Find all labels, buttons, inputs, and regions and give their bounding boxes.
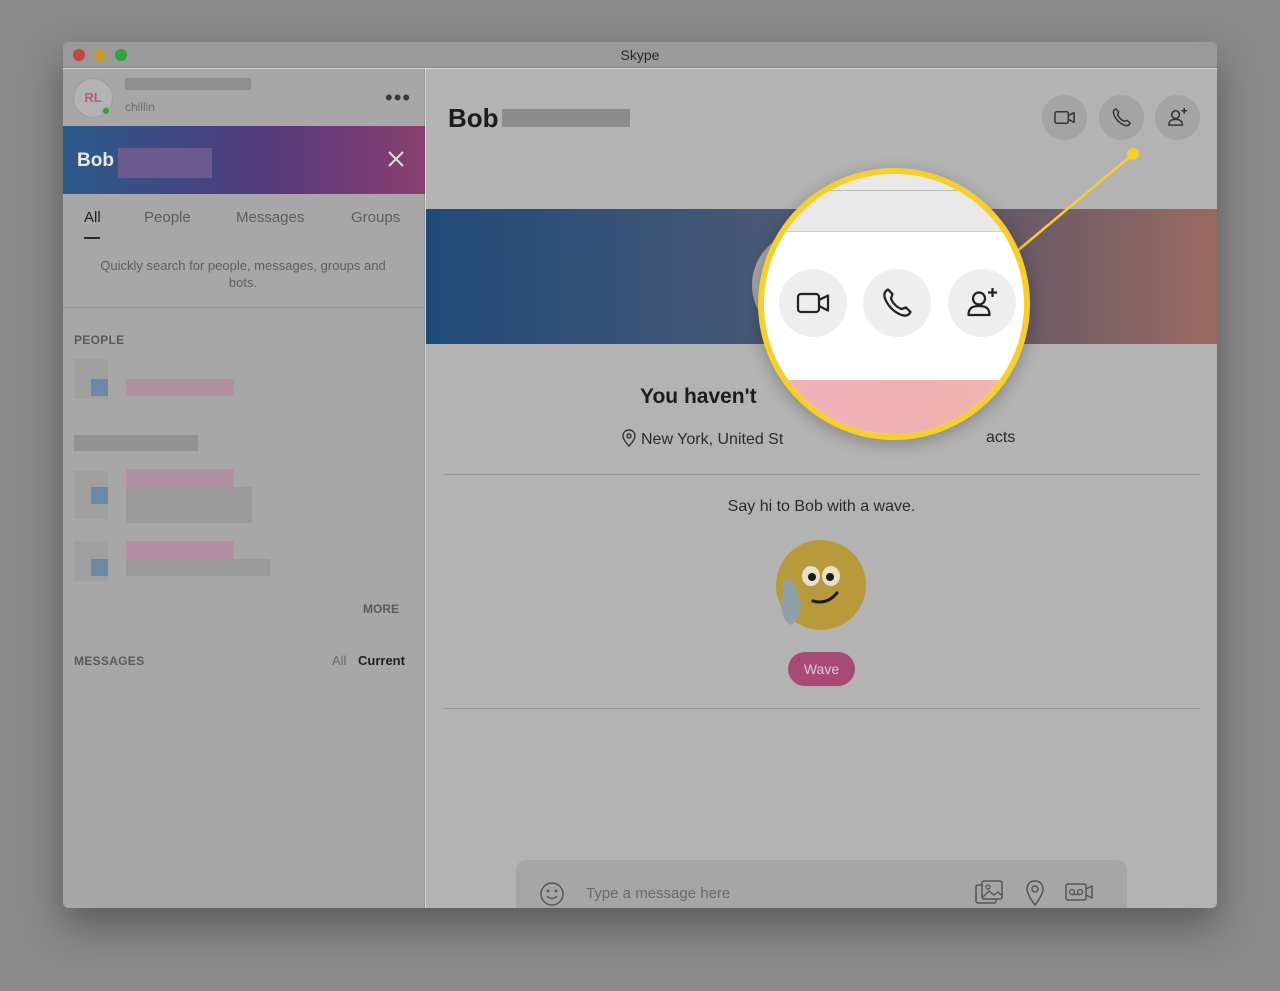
chat-title: Bob (448, 103, 499, 133)
people-section-header: PEOPLE (74, 333, 125, 347)
profile-header[interactable]: RL chillin ••• (63, 69, 425, 126)
message-input[interactable] (586, 882, 946, 904)
video-call-button[interactable] (1042, 95, 1087, 140)
audio-call-icon (1112, 108, 1131, 127)
messages-filter-current[interactable]: Current (358, 653, 405, 668)
say-hi-text: Say hi to Bob with a wave. (727, 498, 916, 515)
search-query[interactable]: Bob (77, 150, 114, 172)
messages-filter-all[interactable]: All (332, 653, 346, 668)
magnified-header (764, 174, 1024, 232)
add-person-icon (967, 288, 997, 317)
magnified-banner (764, 380, 1024, 434)
empty-chat-heading: You haven't (640, 385, 757, 408)
video-call-icon (796, 292, 830, 314)
audio-call-icon (883, 288, 912, 317)
video-call-button[interactable] (779, 269, 847, 337)
messages-section-header: MESSAGES (74, 654, 145, 668)
skype-window: Skype RL chillin ••• Bob All People Mess… (63, 42, 1217, 908)
redacted-name (125, 78, 251, 90)
add-people-button[interactable] (1155, 95, 1200, 140)
message-composer (516, 860, 1127, 908)
video-call-icon (1054, 110, 1075, 125)
more-options-icon[interactable]: ••• (385, 85, 411, 111)
search-hint: Quickly search for people, messages, gro… (100, 258, 386, 290)
wave-button[interactable]: Wave (788, 652, 855, 686)
mood-message: chillin (125, 100, 156, 114)
online-status-badge (101, 106, 111, 116)
tab-messages[interactable]: Messages (236, 209, 304, 226)
more-people-link[interactable]: MORE (363, 602, 399, 616)
divider (443, 708, 1200, 709)
sidebar: RL chillin ••• Bob All People Messages G… (63, 69, 425, 908)
tab-all[interactable]: All (84, 209, 101, 226)
search-bar[interactable]: Bob (63, 126, 425, 194)
tab-people[interactable]: People (144, 209, 191, 226)
video-message-icon[interactable] (1064, 879, 1094, 905)
active-tab-indicator (84, 237, 100, 239)
location-pin-icon[interactable] (1024, 879, 1046, 907)
search-filter-tabs: All People Messages Groups (63, 209, 425, 249)
divider (63, 307, 425, 308)
title-bar: Skype (63, 42, 1217, 68)
image-gallery-icon[interactable] (974, 879, 1004, 907)
magnifier-callout (758, 168, 1030, 440)
redacted-group-label (74, 435, 198, 451)
location-text: New York, United St (641, 431, 784, 448)
window-title: Skype (620, 47, 660, 63)
audio-call-button[interactable] (863, 269, 931, 337)
add-people-button[interactable] (948, 269, 1016, 337)
emoji-icon[interactable] (539, 881, 565, 907)
audio-call-button[interactable] (1099, 95, 1144, 140)
divider (443, 474, 1200, 475)
tab-groups[interactable]: Groups (351, 209, 400, 226)
wave-emoji-icon[interactable] (775, 539, 867, 631)
redacted-chat-name (502, 109, 630, 127)
location-label: New York, United St (621, 429, 783, 449)
location-pin-icon (622, 429, 636, 447)
redacted-query (118, 148, 212, 178)
add-person-icon (1168, 107, 1188, 126)
close-icon[interactable] (385, 148, 407, 170)
